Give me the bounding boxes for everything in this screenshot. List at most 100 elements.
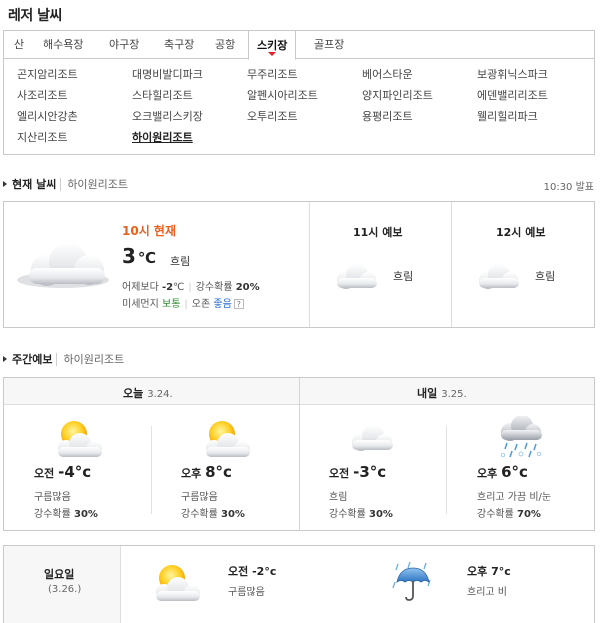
cloudy-icon bbox=[352, 425, 393, 451]
tomorrow-pm-temp: 오후 6°c bbox=[477, 463, 528, 481]
forecast-12-title: 12시 예보 bbox=[496, 226, 546, 239]
temp-value: -3 bbox=[353, 463, 370, 481]
rain-value: 30% bbox=[74, 509, 98, 520]
category-tabs: 산 해수욕장 야구장 축구장 공항 스키장 골프장 bbox=[3, 30, 595, 60]
resort-link[interactable]: 웰리힐리파크 bbox=[477, 108, 538, 124]
period-label: 오후 bbox=[467, 565, 488, 578]
tab-golf[interactable]: 골프장 bbox=[314, 31, 344, 59]
rain-value: 30% bbox=[369, 509, 393, 520]
issued-time: 10:30 발표 bbox=[543, 182, 594, 193]
today-am-temp: 오전 -4°c bbox=[34, 463, 91, 481]
current-weather-header: 현재 날씨 하이원리조트 bbox=[3, 177, 129, 193]
sunday-forecast-row: 일요일 (3.26.) 오전 -2°c 구름많음 오후 7°c 흐리고 비 bbox=[3, 545, 595, 623]
day-date: 3.25. bbox=[441, 389, 467, 400]
resort-link[interactable]: 대명비발디파크 bbox=[132, 66, 203, 82]
sunday-am-condition: 구름많음 bbox=[228, 587, 265, 598]
divider bbox=[451, 202, 452, 327]
today-pm-rain: 강수확률 30% bbox=[181, 505, 245, 520]
period-label: 오전 bbox=[34, 467, 55, 480]
resort-link[interactable]: 오크밸리스키장 bbox=[132, 108, 203, 124]
sunday-day-cell: 일요일 (3.26.) bbox=[4, 546, 121, 623]
tab-baseball[interactable]: 야구장 bbox=[109, 31, 139, 59]
resort-list: 곤지암리조트 대명비발디파크 무주리조트 베어스타운 보광휘닉스파크 사조리조트… bbox=[3, 59, 595, 155]
rain-label: 강수확률 bbox=[181, 509, 218, 520]
day-name: 내일 bbox=[417, 387, 438, 400]
partly-cloudy-icon bbox=[206, 421, 250, 457]
section-location: 하이원리조트 bbox=[56, 353, 125, 366]
section-arrow-icon bbox=[3, 356, 7, 362]
section-title: 주간예보 bbox=[12, 353, 53, 366]
resort-link[interactable]: 오투리조트 bbox=[247, 108, 298, 124]
section-arrow-icon bbox=[3, 181, 7, 187]
current-condition: 흐림 bbox=[170, 255, 191, 268]
temp-value: 6 bbox=[501, 463, 512, 481]
sunday-am-temp: 오전 -2°c bbox=[228, 563, 276, 579]
divider bbox=[309, 202, 310, 327]
resort-link[interactable]: 알펜시아리조트 bbox=[247, 87, 318, 103]
yesterday-label: 어제보다 bbox=[122, 282, 159, 293]
tab-beach[interactable]: 해수욕장 bbox=[43, 31, 83, 59]
weekly-forecast-header: 주간예보 하이원리조트 bbox=[3, 352, 125, 368]
period-label: 오전 bbox=[329, 467, 350, 480]
tomorrow-am-temp: 오전 -3°c bbox=[329, 463, 386, 481]
resort-link-selected[interactable]: 하이원리조트 bbox=[132, 129, 193, 145]
today-pm-condition: 구름많음 bbox=[181, 492, 218, 503]
current-temp-value: 3 bbox=[122, 244, 136, 268]
resort-link[interactable]: 에덴밸리리조트 bbox=[477, 87, 548, 103]
yesterday-value: -2 bbox=[162, 282, 174, 293]
resort-link[interactable]: 용평리조트 bbox=[362, 108, 413, 124]
resort-link[interactable]: 스타힐리조트 bbox=[132, 87, 193, 103]
resort-link[interactable]: 무주리조트 bbox=[247, 66, 298, 82]
ozone-label: 오존 bbox=[191, 299, 211, 310]
help-icon[interactable]: ? bbox=[233, 299, 244, 309]
dust-label: 미세먼지 bbox=[122, 299, 159, 310]
tomorrow-pm-rain: 강수확률 70% bbox=[477, 505, 541, 520]
temp-unit: °c bbox=[215, 463, 232, 481]
rain-label: 강수확률 bbox=[477, 509, 514, 520]
today-am-condition: 구름많음 bbox=[34, 492, 71, 503]
rain-label: 강수확률 bbox=[195, 282, 233, 293]
forecast-11-title: 11시 예보 bbox=[353, 226, 403, 239]
day-name: 오늘 bbox=[123, 387, 144, 400]
tomorrow-pm-condition: 흐리고 가끔 비/눈 bbox=[477, 492, 552, 503]
ozone-value: 좋음 bbox=[213, 299, 232, 310]
day-date: (3.26.) bbox=[48, 584, 82, 595]
resort-link[interactable]: 보광휘닉스파크 bbox=[477, 66, 548, 82]
partly-cloudy-icon bbox=[58, 421, 102, 457]
tab-airport[interactable]: 공항 bbox=[215, 31, 235, 59]
forecast-12-condition: 흐림 bbox=[535, 270, 556, 283]
today-pm-temp: 오후 8°c bbox=[181, 463, 232, 481]
day-label-tomorrow: 내일 3.25. bbox=[417, 385, 467, 401]
resort-link[interactable]: 양지파인리조트 bbox=[362, 87, 433, 103]
cloudy-icon bbox=[337, 264, 377, 289]
cloudy-icon bbox=[17, 243, 109, 288]
current-details: 어제보다 -2℃ | 강수확률 20% bbox=[122, 278, 260, 293]
tab-mountain[interactable]: 산 bbox=[14, 31, 24, 59]
current-temperature: 3 ℃ bbox=[122, 244, 156, 268]
rain-snow-icon bbox=[500, 416, 542, 458]
period-label: 오후 bbox=[181, 467, 202, 480]
dust-value: 보통 bbox=[162, 299, 181, 310]
separator: | bbox=[184, 299, 188, 310]
resort-link[interactable]: 지산리조트 bbox=[17, 129, 68, 145]
temp-value: 8 bbox=[205, 463, 216, 481]
tab-ski-resort[interactable]: 스키장 bbox=[248, 30, 297, 60]
period-label: 오전 bbox=[228, 565, 249, 578]
air-quality: 미세먼지 보통 | 오존 좋음? bbox=[122, 295, 244, 310]
section-title: 현재 날씨 bbox=[12, 178, 57, 191]
resort-link[interactable]: 곤지암리조트 bbox=[17, 66, 78, 82]
temp-unit: °c bbox=[74, 463, 92, 481]
rain-label: 강수확률 bbox=[329, 509, 366, 520]
day-label-today: 오늘 3.24. bbox=[123, 385, 173, 401]
divider bbox=[446, 426, 447, 514]
resort-link[interactable]: 엘리시안강촌 bbox=[17, 108, 78, 124]
active-tab-caret-icon bbox=[268, 52, 277, 56]
divider bbox=[299, 378, 300, 531]
resort-link[interactable]: 사조리조트 bbox=[17, 87, 68, 103]
current-hour-label: 10시 현재 bbox=[122, 224, 176, 238]
resort-link[interactable]: 베어스타운 bbox=[362, 66, 413, 82]
weekly-forecast-panel: 오늘 3.24. 내일 3.25. 오전 -4°c 구름많음 강수확률 30% 오후… bbox=[3, 377, 595, 531]
temp-value: -4 bbox=[58, 463, 75, 481]
current-temp-unit: ℃ bbox=[137, 249, 157, 267]
tab-soccer[interactable]: 축구장 bbox=[164, 31, 194, 59]
